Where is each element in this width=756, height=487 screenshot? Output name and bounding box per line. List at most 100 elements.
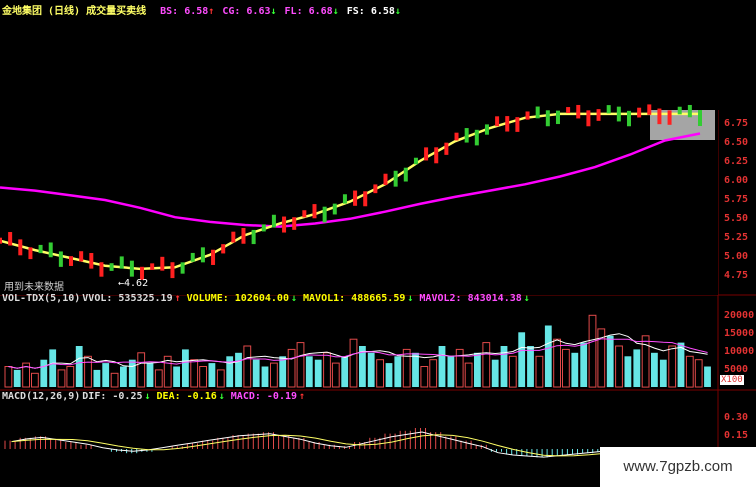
stock-chart — [0, 104, 756, 472]
candle — [292, 217, 297, 230]
candle — [38, 244, 43, 254]
candle — [170, 262, 175, 279]
candle — [48, 242, 53, 258]
candle — [89, 253, 94, 269]
axis-tick-label: 4.75 — [724, 270, 749, 281]
candle — [474, 129, 479, 146]
volume-bar — [447, 356, 455, 388]
candle — [576, 104, 581, 119]
volume-ma-line-1 — [8, 338, 708, 369]
volume-header-item: ↓ — [407, 293, 414, 304]
volume-bar — [694, 359, 703, 388]
volume-bar — [182, 349, 189, 387]
axis-tick-label: 5000 — [724, 364, 749, 375]
candle — [312, 204, 317, 219]
volume-bar — [331, 362, 340, 388]
volume-bar — [508, 355, 517, 388]
candle — [363, 191, 368, 207]
axis-tick-label: 6.75 — [724, 118, 749, 129]
candle — [58, 251, 63, 267]
volume-bar — [120, 366, 127, 387]
axis-tick-label: 6.50 — [724, 137, 749, 148]
volume-bar — [13, 369, 21, 387]
candle — [535, 106, 540, 119]
macd-line-1 — [11, 434, 605, 457]
macd-header-item: DIF: -0.25 — [82, 391, 143, 402]
volume-bar — [252, 359, 260, 387]
candle — [616, 106, 621, 122]
axis-tick-label: 10000 — [724, 346, 755, 357]
volume-bar — [615, 345, 623, 388]
volume-bar — [685, 355, 694, 388]
macd-line-0 — [11, 431, 605, 458]
candle — [282, 216, 287, 233]
volume-header-item: ↑ — [174, 293, 181, 304]
volume-bar — [146, 363, 154, 387]
volume-bar — [226, 356, 234, 388]
candle — [129, 260, 134, 277]
axis-tick-label: 0.15 — [724, 430, 749, 441]
candle — [18, 239, 23, 256]
candle — [241, 227, 246, 244]
volume-bar — [75, 346, 83, 387]
macd-header-item: ↑ — [299, 391, 306, 402]
volume-bar — [624, 356, 632, 388]
volume-bar — [527, 346, 534, 387]
candle — [403, 167, 408, 182]
volume-bar — [704, 366, 711, 387]
macd-header-item: DEA: -0.16 — [156, 391, 217, 402]
volume-bar — [544, 325, 552, 387]
candle — [484, 124, 489, 135]
candle — [687, 104, 692, 118]
candle — [657, 108, 662, 125]
volume-bar — [349, 338, 358, 388]
macd-header: MACD(12,26,9) DIF: -0.25 ↓ DEA: -0.16 ↓ MACD:… — [2, 391, 311, 402]
candle — [383, 173, 388, 186]
low-price-marker: ←4.62 — [118, 278, 149, 289]
volume-bar — [376, 359, 385, 388]
volume-bar — [261, 366, 269, 387]
candle — [99, 262, 104, 277]
volume-bar — [314, 359, 322, 387]
candle — [69, 256, 74, 266]
candle — [190, 252, 195, 262]
axis-tick-label: 5.50 — [724, 213, 749, 224]
volume-bar — [535, 355, 544, 388]
candle — [200, 247, 205, 263]
volume-header-item: VOL-TDX(5,10) — [2, 293, 81, 304]
candle — [566, 107, 571, 114]
volume-bar — [84, 355, 92, 388]
volume-bar — [216, 369, 225, 388]
volume-bar — [412, 352, 419, 387]
volume-bar — [137, 352, 146, 388]
volume-bar — [66, 366, 75, 388]
volume-bar — [31, 372, 39, 388]
volume-bar — [518, 332, 526, 387]
candle — [322, 206, 327, 223]
candle — [79, 251, 84, 262]
watermark: www.7gpzb.com — [600, 447, 756, 487]
axis-tick-label: 0.30 — [724, 412, 749, 423]
candle — [667, 110, 672, 125]
candle — [525, 111, 530, 120]
volume-bar — [367, 352, 375, 387]
candle — [637, 107, 642, 118]
volume-header-item: VVOL: 535325.19 — [82, 293, 173, 304]
volume-bar — [482, 342, 491, 388]
volume-bar — [668, 345, 677, 388]
volume-bar — [243, 345, 252, 388]
candle — [150, 263, 155, 270]
axis-tick-label: 6.00 — [724, 175, 749, 186]
price-panel-area — [0, 110, 718, 295]
volume-bar — [287, 348, 296, 388]
volume-bar — [173, 366, 180, 387]
candle — [271, 214, 276, 228]
candle — [515, 117, 520, 132]
volume-bar — [385, 363, 393, 387]
candle — [677, 106, 682, 115]
macd-header-item: MACD: -0.19 — [230, 391, 298, 402]
candle — [8, 232, 13, 246]
macd-header-item: ↓ — [144, 391, 151, 402]
candle — [413, 157, 418, 165]
candle — [464, 128, 469, 143]
